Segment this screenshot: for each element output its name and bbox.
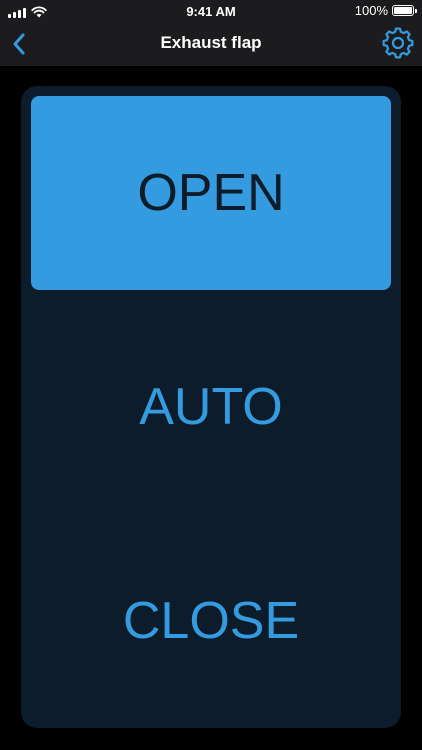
status-bar: 9:41 AM 100% (0, 0, 422, 22)
battery-fill (394, 7, 412, 14)
mode-selector-panel: OPEN AUTO CLOSE (21, 86, 401, 728)
gear-icon[interactable] (382, 27, 414, 59)
page-title: Exhaust flap (160, 33, 262, 52)
app-screen: 9:41 AM 100% Exhaust flap OPEN AUTO CLOS… (0, 0, 422, 750)
auto-mode-button[interactable]: AUTO (31, 310, 391, 504)
gear-outline (382, 27, 414, 59)
status-right: 100% (354, 3, 417, 18)
battery-icon (392, 5, 417, 16)
open-mode-button[interactable]: OPEN (31, 96, 391, 290)
battery-percentage: 100% (354, 3, 388, 18)
gear-hub (391, 36, 405, 50)
close-mode-button[interactable]: CLOSE (31, 524, 391, 718)
chevron-left-icon[interactable] (6, 30, 34, 58)
header: 9:41 AM 100% Exhaust flap (0, 0, 422, 66)
nav-bar: Exhaust flap (0, 22, 422, 66)
